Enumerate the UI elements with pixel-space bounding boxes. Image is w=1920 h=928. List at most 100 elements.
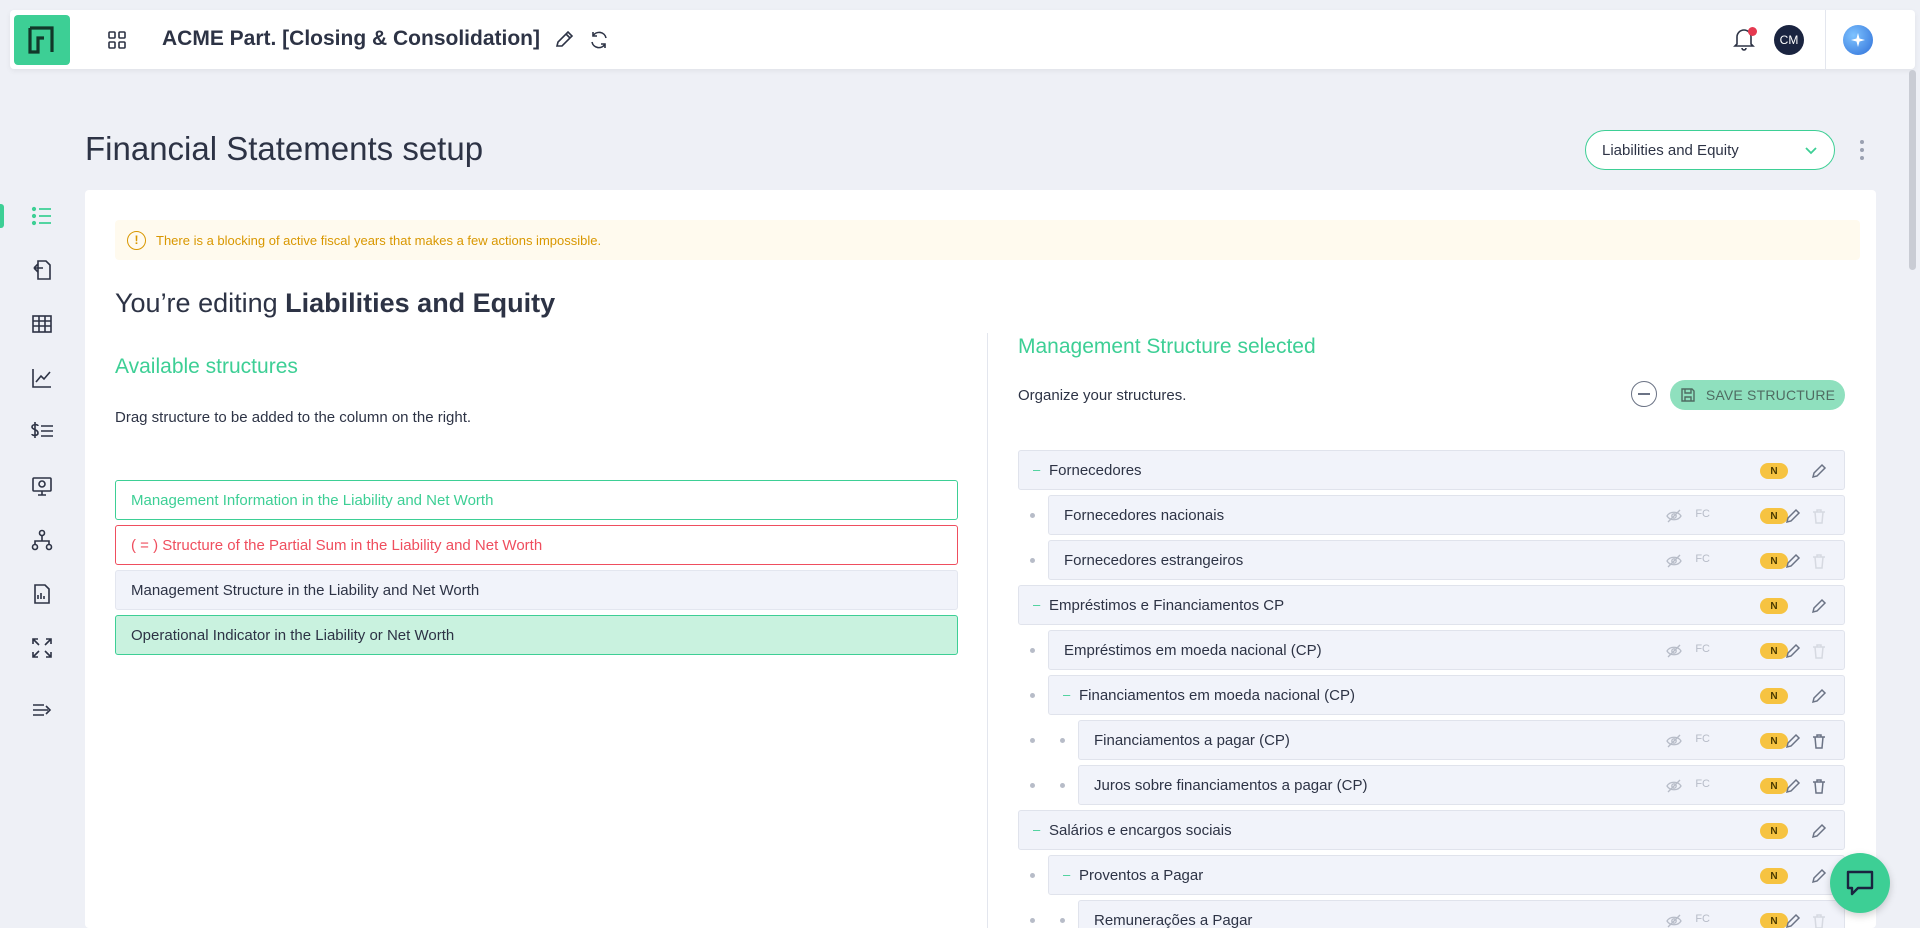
tree-row[interactable]: Empréstimos em moeda nacional (CP) N FC [1048,630,1845,670]
tree-bullet [1030,558,1035,563]
app-title: ACME Part. [Closing & Consolidation] [162,27,540,50]
fc-toggle[interactable]: FC [1695,913,1710,925]
statement-type-select[interactable]: Liabilities and Equity [1585,130,1835,170]
edit-pencil-icon[interactable] [1810,822,1828,840]
tree-bullet [1030,693,1035,698]
structure-item[interactable]: ( = ) Structure of the Partial Sum in th… [115,525,958,565]
status-badge: N [1760,598,1788,614]
trash-icon[interactable] [1810,642,1828,660]
page-title: Financial Statements setup [85,130,484,167]
app-logo[interactable] [14,15,70,65]
tree-bullet [1030,648,1035,653]
status-badge: N [1760,823,1788,839]
edit-pencil-icon[interactable] [1784,642,1802,660]
tree-bullet [1030,513,1035,518]
tree-row-label: Juros sobre financiamentos a pagar (CP) [1094,777,1368,794]
collapse-toggle-icon[interactable]: – [1033,822,1040,837]
tree-row-label: Proventos a Pagar [1079,867,1204,884]
edit-pencil-icon[interactable] [1784,552,1802,570]
edit-pencil-icon[interactable] [1784,912,1802,928]
collapse-toggle-icon[interactable]: – [1033,462,1040,477]
top-bar: ACME Part. [Closing & Consolidation] CM [10,10,1915,69]
chart-line-icon[interactable] [28,364,56,392]
dollar-list-icon[interactable] [28,418,56,446]
edit-pencil-icon[interactable] [1810,597,1828,615]
trash-icon[interactable] [1810,552,1828,570]
file-upload-icon[interactable] [28,256,56,284]
apps-grid-icon[interactable] [106,29,128,51]
blocking-alert: ! There is a blocking of active fiscal y… [115,220,1860,260]
fc-toggle[interactable]: FC [1695,553,1710,565]
collapse-toggle-icon[interactable]: – [1033,597,1040,612]
tree-bullet [1030,783,1035,788]
status-badge: N [1760,868,1788,884]
fc-toggle[interactable]: FC [1695,733,1710,745]
visibility-off-icon[interactable] [1666,508,1682,524]
edit-pencil-icon[interactable] [1784,732,1802,750]
tree-row[interactable]: Juros sobre financiamentos a pagar (CP) N… [1078,765,1845,805]
visibility-off-icon[interactable] [1666,913,1682,928]
tree-row[interactable]: Financiamentos a pagar (CP) N FC [1078,720,1845,760]
report-file-icon[interactable] [28,580,56,608]
structure-item[interactable]: Management Structure in the Liability an… [115,570,958,610]
chat-bubble-icon [1846,870,1874,896]
tree-row[interactable]: Fornecedores nacionais N FC [1048,495,1845,535]
collapse-all-button[interactable] [1631,381,1657,407]
tree-row-label: Fornecedores [1049,462,1142,479]
fc-toggle[interactable]: FC [1695,778,1710,790]
ledger-icon[interactable] [28,310,56,338]
tree-row[interactable]: Fornecedores estrangeiros N FC [1048,540,1845,580]
save-icon [1681,388,1695,402]
more-options-icon[interactable] [1853,137,1871,163]
tree-row-label: Fornecedores estrangeiros [1064,552,1244,569]
tree-bullet [1030,918,1035,923]
collapse-toggle-icon[interactable]: – [1063,867,1070,882]
tree-row[interactable]: – Fornecedores N [1018,450,1845,490]
warning-icon: ! [127,230,146,250]
collapse-toggle-icon[interactable]: – [1063,687,1070,702]
notifications-bell-icon[interactable] [1732,26,1758,54]
column-divider [987,333,988,928]
save-structure-button[interactable]: SAVE STRUCTURE [1670,380,1845,410]
tree-row[interactable]: – Empréstimos e Financiamentos CP N [1018,585,1845,625]
chevron-down-icon [1805,147,1817,155]
trash-icon[interactable] [1810,732,1828,750]
visibility-off-icon[interactable] [1666,733,1682,749]
edit-title-pencil-icon[interactable] [553,29,575,51]
tree-row[interactable]: – Salários e encargos sociais N [1018,810,1845,850]
tree-row[interactable]: Remunerações a Pagar N FC [1078,900,1845,928]
save-structure-label: SAVE STRUCTURE [1705,387,1836,403]
user-avatar[interactable]: CM [1774,25,1804,55]
collapse-menu-icon[interactable] [28,696,56,724]
trash-icon[interactable] [1810,777,1828,795]
edit-pencil-icon[interactable] [1810,687,1828,705]
expand-icon[interactable] [28,634,56,662]
hierarchy-icon[interactable] [28,526,56,554]
edit-pencil-icon[interactable] [1810,867,1828,885]
edit-pencil-icon[interactable] [1784,507,1802,525]
visibility-off-icon[interactable] [1666,553,1682,569]
trash-icon[interactable] [1810,912,1828,928]
fc-toggle[interactable]: FC [1695,643,1710,655]
list-icon[interactable] [28,202,56,230]
edit-pencil-icon[interactable] [1810,462,1828,480]
tree-bullet [1030,738,1035,743]
sidebar-active-indicator [0,204,4,228]
visibility-off-icon[interactable] [1666,778,1682,794]
tree-row[interactable]: – Financiamentos em moeda nacional (CP) N [1048,675,1845,715]
tree-row[interactable]: – Proventos a Pagar N [1048,855,1845,895]
edit-pencil-icon[interactable] [1784,777,1802,795]
editing-prefix: You’re editing [115,288,286,318]
fc-toggle[interactable]: FC [1695,508,1710,520]
refresh-icon[interactable] [588,29,610,51]
monitor-icon[interactable] [28,472,56,500]
tree-row-label: Empréstimos e Financiamentos CP [1049,597,1285,614]
page-scrollbar[interactable] [1909,70,1916,270]
trash-icon[interactable] [1810,507,1828,525]
structure-item[interactable]: Management Information in the Liability … [115,480,958,520]
ai-assistant-sparkle-icon[interactable] [1843,25,1873,55]
visibility-off-icon[interactable] [1666,643,1682,659]
structure-item[interactable]: Operational Indicator in the Liability o… [115,615,958,655]
chat-support-button[interactable] [1830,853,1890,913]
notification-dot [1748,27,1757,36]
